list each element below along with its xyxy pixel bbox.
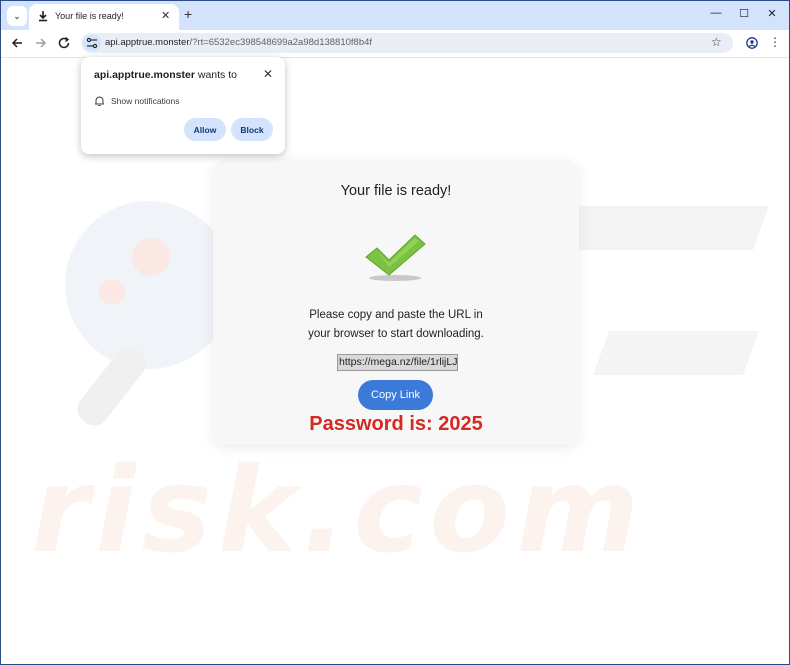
popup-wants-to: wants to xyxy=(194,69,237,81)
permission-label: Show notifications xyxy=(111,96,180,106)
browser-toolbar: api.apptrue.monster/?rt=6532ec398548699a… xyxy=(1,30,789,58)
bell-icon xyxy=(95,96,104,106)
url-host: api.apptrue.monster xyxy=(105,37,190,48)
popup-title: api.apptrue.monster wants to xyxy=(94,69,237,81)
copy-link-button[interactable]: Copy Link xyxy=(358,380,433,410)
profile-icon[interactable] xyxy=(746,37,758,49)
forward-arrow-icon[interactable] xyxy=(33,35,49,51)
tab-close-icon[interactable]: ✕ xyxy=(161,9,170,22)
block-button[interactable]: Block xyxy=(231,118,273,141)
tab-search-button[interactable]: ⌄ xyxy=(7,6,27,26)
password-text: Password is: 2025 xyxy=(309,413,483,435)
chevron-down-icon: ⌄ xyxy=(13,10,21,21)
popup-close-icon[interactable]: ✕ xyxy=(263,67,273,81)
watermark-magnifier xyxy=(65,201,233,369)
watermark-shape xyxy=(552,206,770,250)
watermark-dot xyxy=(99,279,125,305)
instructions-text: Please copy and paste the URL in your br… xyxy=(273,306,519,344)
popup-site: api.apptrue.monster xyxy=(94,69,195,81)
browser-window: ⌄ Your file is ready! ✕ + — ☐ ✕ api.appt… xyxy=(0,0,790,665)
watermark-text: risk.com xyxy=(31,441,646,579)
download-url-field[interactable]: https://mega.nz/file/1rlijLJ xyxy=(337,354,458,371)
watermark-dot xyxy=(132,238,170,276)
active-tab[interactable]: Your file is ready! ✕ xyxy=(29,4,179,30)
new-tab-button[interactable]: + xyxy=(184,6,192,22)
download-card: Your file is ready! Please copy and past… xyxy=(213,159,579,444)
back-arrow-icon[interactable] xyxy=(9,35,25,51)
instructions-line-2: your browser to start downloading. xyxy=(308,328,484,340)
menu-kebab-icon[interactable]: ⋮ xyxy=(769,34,781,50)
tab-title: Your file is ready! xyxy=(55,11,124,21)
card-title: Your file is ready! xyxy=(340,183,452,199)
download-icon xyxy=(39,11,47,22)
tab-strip: ⌄ Your file is ready! ✕ + — ☐ ✕ xyxy=(1,1,789,30)
allow-button[interactable]: Allow xyxy=(184,118,226,141)
close-window-button[interactable]: ✕ xyxy=(764,7,780,20)
reload-icon[interactable] xyxy=(56,35,72,51)
minimize-button[interactable]: — xyxy=(708,7,724,19)
tune-icon xyxy=(86,37,98,49)
url-path: /?rt=6532ec398548699a2a98d138810f8b4f xyxy=(189,37,373,48)
notification-permission-popup: api.apptrue.monster wants to ✕ Show noti… xyxy=(81,57,285,154)
watermark-shape xyxy=(592,331,760,375)
site-info-button[interactable] xyxy=(83,35,101,51)
instructions-line-1: Please copy and paste the URL in xyxy=(309,309,483,321)
address-bar[interactable]: api.apptrue.monster/?rt=6532ec398548699a… xyxy=(81,33,733,53)
maximize-button[interactable]: ☐ xyxy=(736,7,752,20)
url-text: api.apptrue.monster/?rt=6532ec398548699a… xyxy=(105,37,372,48)
checkmark-icon xyxy=(365,234,426,281)
bookmark-star-icon[interactable]: ☆ xyxy=(711,35,722,49)
